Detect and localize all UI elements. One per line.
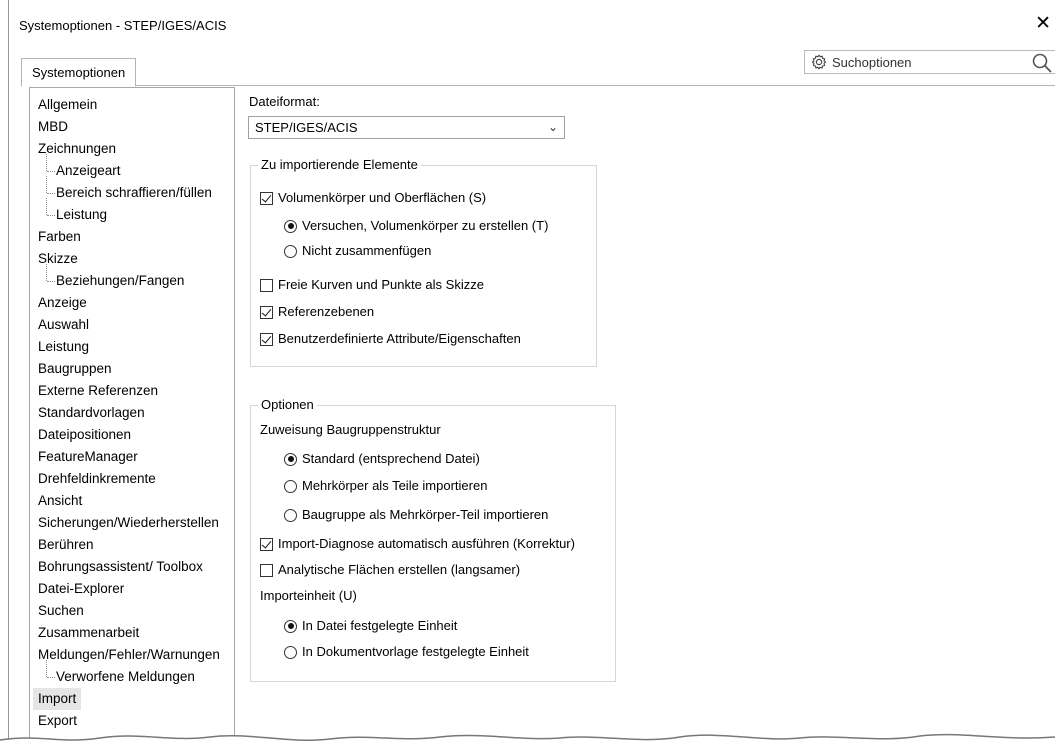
in-datei-label: In Datei festgelegte Einheit <box>302 618 458 633</box>
tree-item-anzeige[interactable]: Anzeige <box>38 292 87 314</box>
options-group: Optionen Zuweisung Baugruppenstruktur St… <box>250 397 616 682</box>
dialog-window: Systemoptionen - STEP/IGES/ACIS ✕ System… <box>8 0 1055 749</box>
mehrkoerper-radio[interactable] <box>284 479 297 493</box>
tree-item-featuremanager[interactable]: FeatureManager <box>38 446 138 468</box>
tree-item-verworfene-meldungen[interactable]: Verworfene Meldungen <box>44 660 195 688</box>
dateiformat-value: STEP/IGES/ACIS <box>255 120 358 135</box>
versuchen-label: Versuchen, Volumenkörper zu erstellen (T… <box>302 218 549 233</box>
dateiformat-label: Dateiformat: <box>249 94 320 109</box>
tree-item-zeichnungen-leistung[interactable]: Leistung <box>44 198 107 226</box>
close-icon[interactable]: ✕ <box>1035 14 1051 33</box>
mehrkoerper-radio-row[interactable]: Mehrkörper als Teile importieren <box>284 476 487 496</box>
tree-item-leistung[interactable]: Leistung <box>38 336 89 358</box>
standard-radio-row[interactable]: Standard (entsprechend Datei) <box>284 449 480 469</box>
torn-edge-decoration <box>0 733 1055 749</box>
tree-item-auswahl[interactable]: Auswahl <box>38 314 89 336</box>
baugruppe-radio[interactable] <box>284 508 297 522</box>
standard-radio[interactable] <box>284 452 297 466</box>
analytisch-checkbox-row[interactable]: Analytische Flächen erstellen (langsamer… <box>260 560 520 580</box>
referenzebenen-checkbox[interactable] <box>260 305 273 319</box>
freie-kurven-checkbox-row[interactable]: Freie Kurven und Punkte als Skizze <box>260 275 484 295</box>
in-dokument-radio-row[interactable]: In Dokumentvorlage festgelegte Einheit <box>284 642 529 662</box>
nicht-zusammen-radio-row[interactable]: Nicht zusammenfügen <box>284 241 431 261</box>
tab-systemoptionen[interactable]: Systemoptionen <box>21 58 137 87</box>
tree-item-standardvorlagen[interactable]: Standardvorlagen <box>38 402 145 424</box>
baugruppe-radio-row[interactable]: Baugruppe als Mehrkörper-Teil importiere… <box>284 505 548 525</box>
tree-item-ansicht[interactable]: Ansicht <box>38 490 82 512</box>
import-elements-group: Zu importierende Elemente Volumenkörper … <box>250 157 597 367</box>
import-diagnose-checkbox-row[interactable]: Import-Diagnose automatisch ausführen (K… <box>260 534 575 554</box>
in-datei-radio-row[interactable]: In Datei festgelegte Einheit <box>284 616 457 636</box>
zuweisung-label: Zuweisung Baugruppenstruktur <box>260 422 441 437</box>
versuchen-radio[interactable] <box>284 219 297 233</box>
nicht-zusammen-label: Nicht zusammenfügen <box>302 243 432 258</box>
import-diagnose-label: Import-Diagnose automatisch ausführen (K… <box>278 536 575 551</box>
magnifier-icon[interactable] <box>1031 52 1053 74</box>
tree-item-zusammenarbeit[interactable]: Zusammenarbeit <box>38 622 139 644</box>
freie-kurven-label: Freie Kurven und Punkte als Skizze <box>278 277 484 292</box>
tree-item-baugruppen[interactable]: Baugruppen <box>38 358 112 380</box>
standard-label: Standard (entsprechend Datei) <box>302 451 480 466</box>
tree-item-suchen[interactable]: Suchen <box>38 600 84 622</box>
options-panel: Dateiformat: STEP/IGES/ACIS ⌄ Zu importi… <box>245 88 645 728</box>
tree-item-skizze[interactable]: Skizze <box>38 248 78 270</box>
tree-item-beruehren[interactable]: Berühren <box>38 534 94 556</box>
nicht-zusammen-radio[interactable] <box>284 244 297 258</box>
mehrkoerper-label: Mehrkörper als Teile importieren <box>302 478 488 493</box>
tree-item-meldungen[interactable]: Meldungen/Fehler/Warnungen <box>38 644 220 666</box>
in-datei-radio[interactable] <box>284 619 297 633</box>
options-legend: Optionen <box>258 397 317 412</box>
baugruppe-label: Baugruppe als Mehrkörper-Teil importiere… <box>302 507 549 522</box>
benutzerdef-checkbox-row[interactable]: Benutzerdefinierte Attribute/Eigenschaft… <box>260 329 521 349</box>
options-tree: Allgemein MBD Zeichnungen Anzeigeart Ber… <box>29 87 235 749</box>
tree-item-bereich-schraffieren[interactable]: Bereich schraffieren/füllen <box>44 176 212 204</box>
import-elements-legend: Zu importierende Elemente <box>258 157 421 172</box>
tree-item-zeichnungen[interactable]: Zeichnungen <box>38 138 116 160</box>
tree-item-farben[interactable]: Farben <box>38 226 81 248</box>
tree-item-anzeigeart[interactable]: Anzeigeart <box>44 154 121 182</box>
tree-item-bohrungsassistent[interactable]: Bohrungsassistent/ Toolbox <box>38 556 203 578</box>
importeinheit-label: Importeinheit (U) <box>260 588 357 603</box>
analytisch-checkbox[interactable] <box>260 563 273 577</box>
window-title: Systemoptionen - STEP/IGES/ACIS <box>19 18 227 33</box>
dateiformat-dropdown[interactable]: STEP/IGES/ACIS ⌄ <box>248 116 565 139</box>
tree-item-dateipositionen[interactable]: Dateipositionen <box>38 424 131 446</box>
in-dokument-label: In Dokumentvorlage festgelegte Einheit <box>302 644 529 659</box>
title-bar: Systemoptionen - STEP/IGES/ACIS ✕ <box>9 0 1055 42</box>
chevron-down-icon: ⌄ <box>547 120 558 134</box>
tree-item-datei-explorer[interactable]: Datei-Explorer <box>38 578 124 600</box>
tree-item-drehfeldinkremente[interactable]: Drehfeldinkremente <box>38 468 156 490</box>
tree-item-import[interactable]: Import <box>33 688 82 710</box>
import-diagnose-checkbox[interactable] <box>260 537 273 551</box>
search-options-box[interactable]: Suchoptionen <box>804 50 1055 74</box>
analytisch-label: Analytische Flächen erstellen (langsamer… <box>278 562 521 577</box>
tree-item-allgemein[interactable]: Allgemein <box>38 94 97 116</box>
benutzerdef-label: Benutzerdefinierte Attribute/Eigenschaft… <box>278 331 521 346</box>
versuchen-radio-row[interactable]: Versuchen, Volumenkörper zu erstellen (T… <box>284 216 548 236</box>
in-dokument-radio[interactable] <box>284 645 297 659</box>
gear-icon <box>811 54 827 70</box>
tree-item-externe-referenzen[interactable]: Externe Referenzen <box>38 380 158 402</box>
tree-item-beziehungen[interactable]: Beziehungen/Fangen <box>44 264 184 292</box>
tree-item-sicherungen[interactable]: Sicherungen/Wiederherstellen <box>38 512 219 534</box>
volumen-checkbox[interactable] <box>260 191 273 205</box>
benutzerdef-checkbox[interactable] <box>260 332 273 346</box>
volumen-checkbox-row[interactable]: Volumenkörper und Oberflächen (S) <box>260 188 486 208</box>
tree-item-mbd[interactable]: MBD <box>38 116 68 138</box>
referenzebenen-label: Referenzebenen <box>278 304 375 319</box>
referenzebenen-checkbox-row[interactable]: Referenzebenen <box>260 302 374 322</box>
volumen-label: Volumenkörper und Oberflächen (S) <box>278 190 487 205</box>
search-placeholder: Suchoptionen <box>832 55 912 70</box>
freie-kurven-checkbox[interactable] <box>260 278 273 292</box>
